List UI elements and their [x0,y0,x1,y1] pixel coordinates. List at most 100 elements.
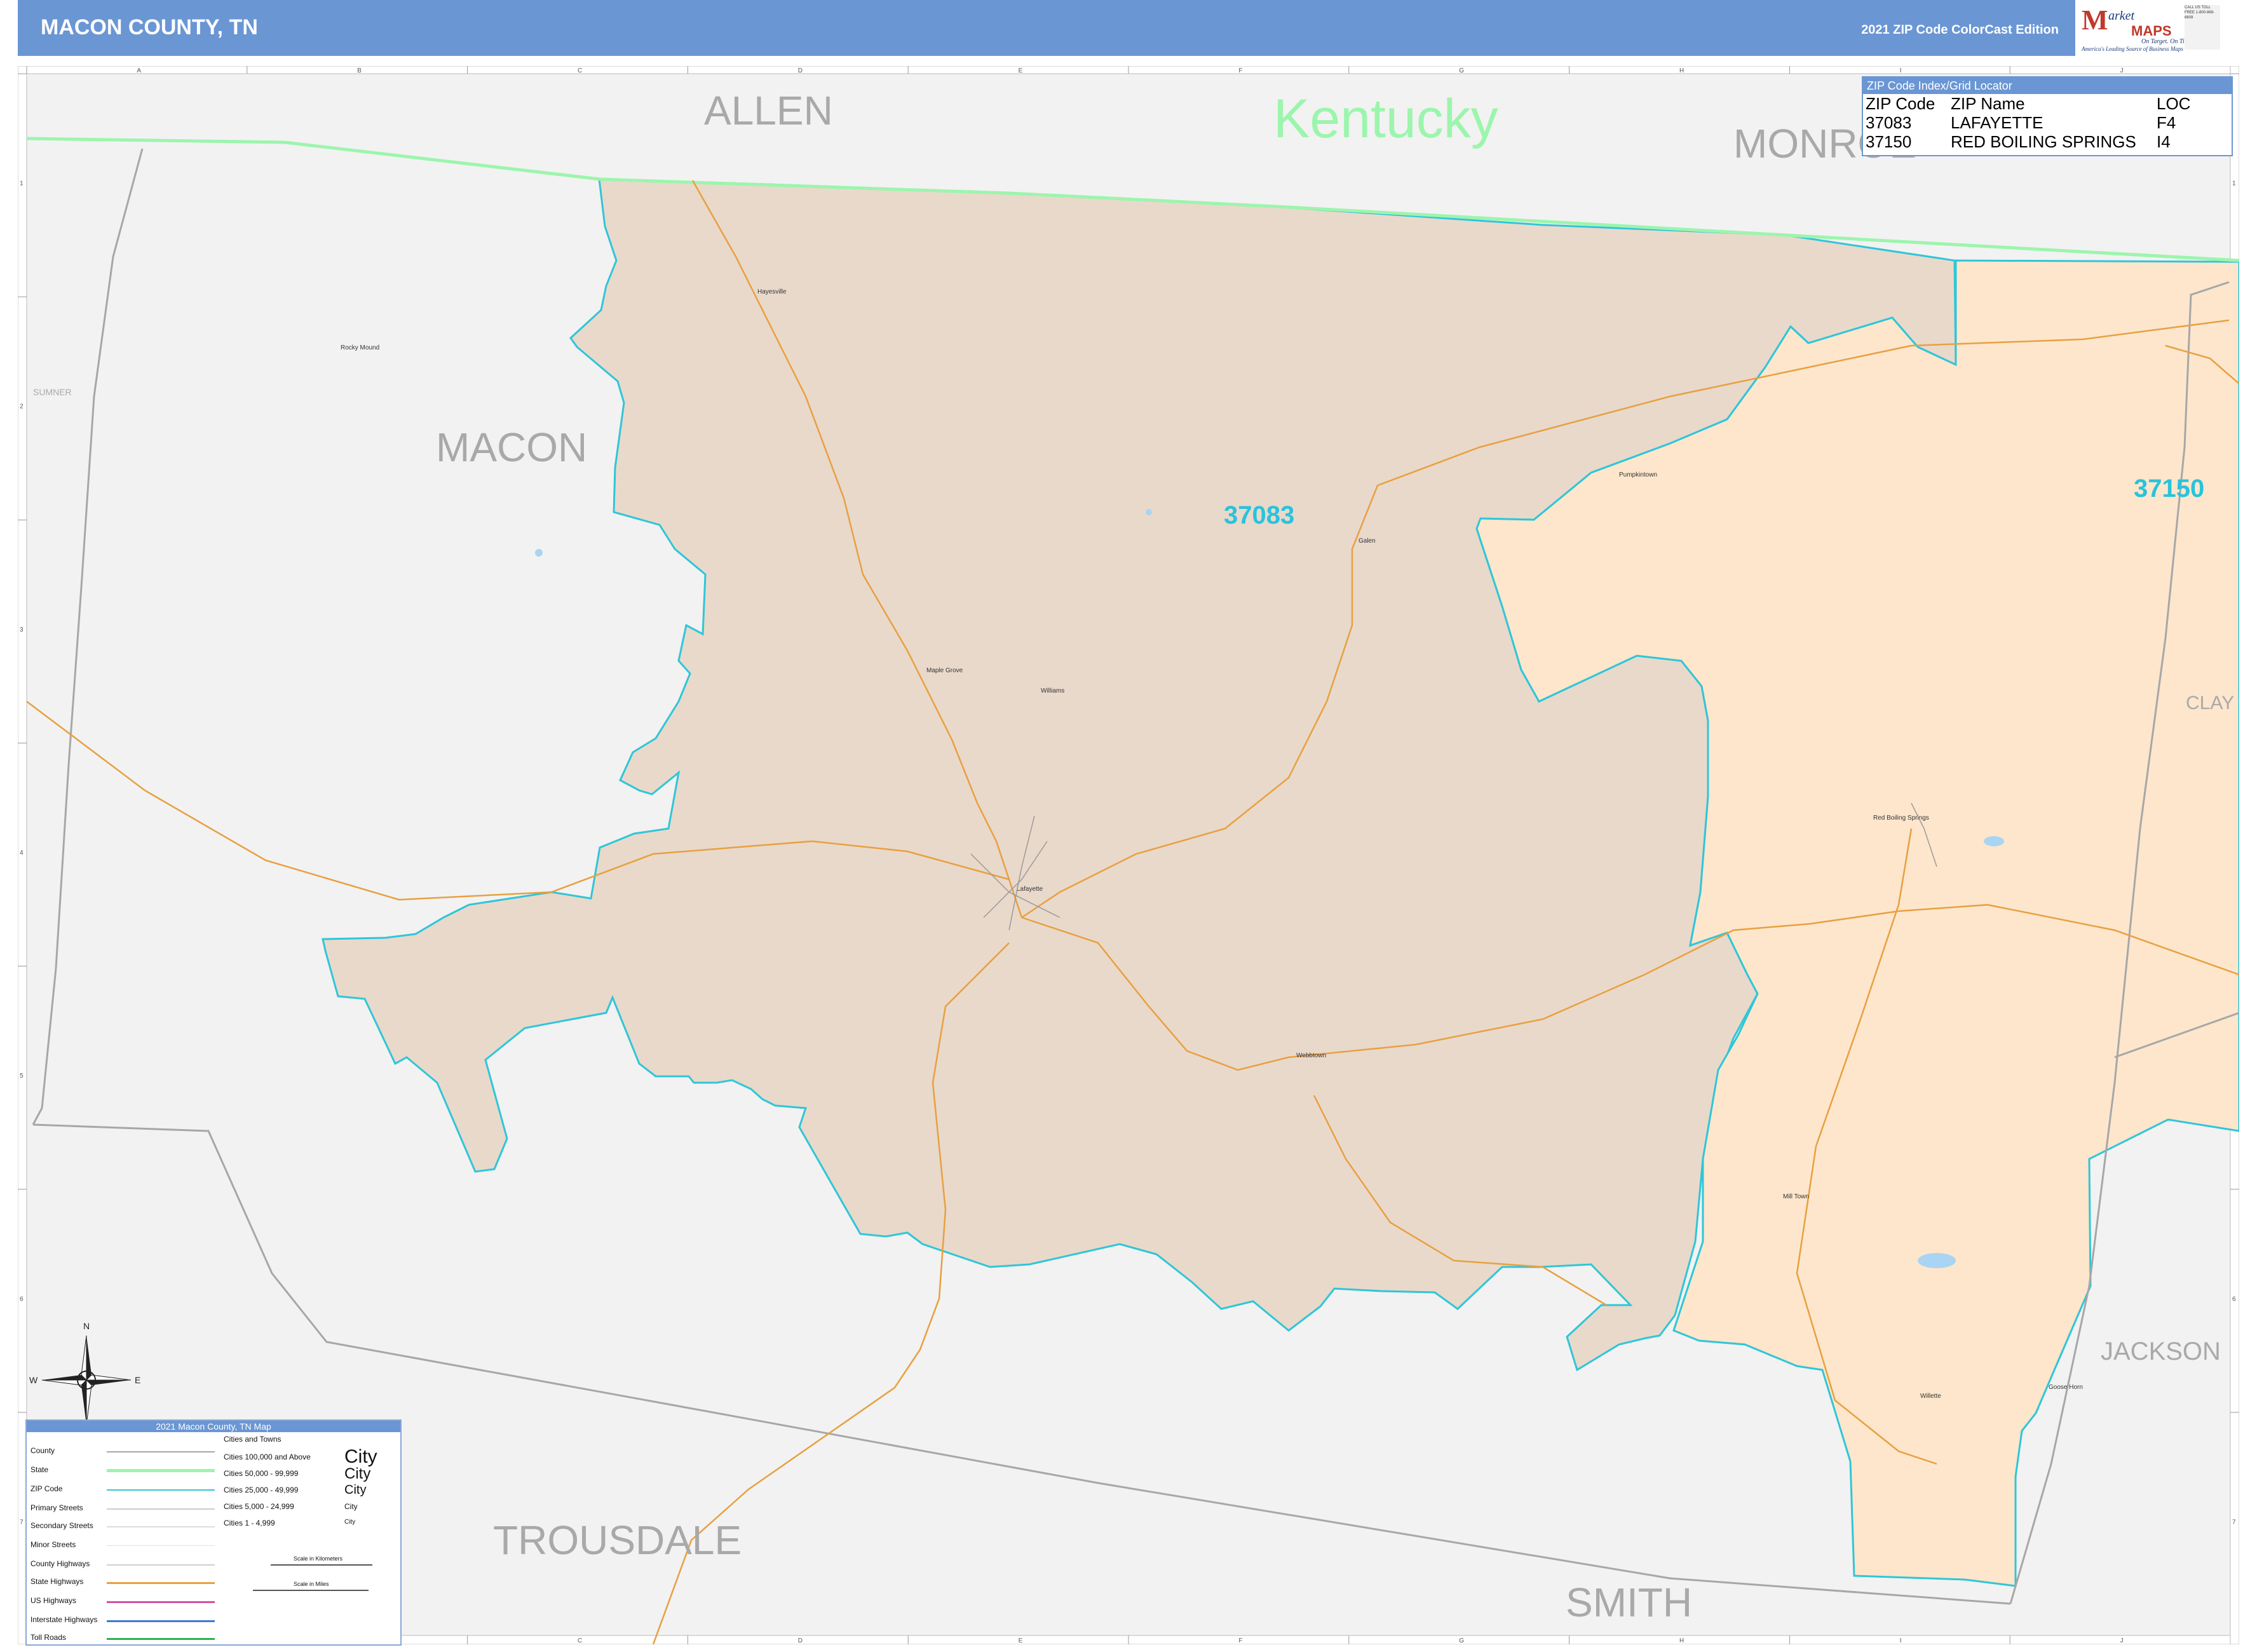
place-williams: Williams [1041,687,1064,694]
compass-n: N [83,1321,90,1331]
place-willette: Willette [1920,1393,1941,1400]
legend-interstate-line [107,1620,215,1622]
label-clay: CLAY [2186,693,2234,714]
grid-col-label: J [2120,67,2124,74]
grid-col-label: E [1019,1637,1023,1644]
grid-col-label: I [1900,67,1902,74]
legend-interstate: Interstate Highways [30,1615,98,1624]
grid-col-label: H [1679,1637,1684,1644]
logo-line1: arket [2108,9,2135,23]
legend-city-sample-2: City [344,1465,371,1482]
grid-row-label: 6 [20,1296,24,1303]
grid-col-label: G [1459,1637,1464,1644]
zip-index-title: ZIP Code Index/Grid Locator [1863,78,2232,94]
edition-label: 2021 ZIP Code ColorCast Edition [1861,23,2059,37]
grid-col-label: I [1900,1637,1902,1644]
legend-city-tier-4: Cities 5,000 - 24,999 [224,1502,294,1511]
place-pumpkintown: Pumpkintown [1619,471,1657,478]
grid-col-label: G [1459,67,1464,74]
legend-scale-mi-bar [253,1590,369,1591]
legend-city-tier-3: Cities 25,000 - 49,999 [224,1486,299,1494]
place-mill-town: Mill Town [1783,1193,1809,1200]
legend-state-line [107,1469,215,1472]
legend-primary: Primary Streets [30,1503,83,1512]
logo-contact: CALL US TOLL FREE 1-800-869-6609 [2185,5,2220,50]
legend-county-hwy: County Highways [30,1559,90,1568]
legend-county: County [30,1446,55,1455]
zip-index-cell: LAFAYETTE [1951,113,2043,132]
map-legend: 2021 Macon County, TN Map County State Z… [25,1419,402,1646]
zip-index-cell: RED BOILING SPRINGS [1951,132,2136,151]
logo-subtitle: America's Leading Source of Business Map… [2082,46,2183,52]
label-trousdale: TROUSDALE [493,1517,742,1563]
zip-index-table: ZIP Code ZIP Name LOC 37083 LAFAYETTE F4… [1863,94,2232,151]
legend-county-line [107,1451,215,1452]
legend-city-sample-3: City [344,1483,367,1497]
grid-row-label: 5 [20,1073,24,1080]
legend-toll: Toll Roads [30,1633,67,1642]
legend-state-hwy: State Highways [30,1577,84,1586]
label-sumner: SUMNER [33,387,72,397]
legend-minor-line [107,1545,215,1546]
legend-us-hwy: US Highways [30,1596,77,1605]
legend-scale-km-bar [271,1564,372,1566]
place-red-boiling-springs: Red Boiling Springs [1873,815,1929,822]
legend-primary-line [107,1508,215,1510]
place-maple-grove: Maple Grove [926,667,963,674]
grid-col-label: H [1679,67,1684,74]
legend-cities-header: Cities and Towns [224,1435,281,1444]
legend-scale-km: Scale in Kilometers [294,1555,343,1562]
header-bar: MACON COUNTY, TN 2021 ZIP Code ColorCast… [18,0,2089,56]
legend-title: 2021 Macon County, TN Map [27,1421,400,1432]
legend-city-tier-5: Cities 1 - 4,999 [224,1519,275,1527]
zip-index-cell: F4 [2157,113,2176,132]
zip-code-index: ZIP Code Index/Grid Locator ZIP Code ZIP… [1862,76,2233,156]
place-galen: Galen [1359,538,1376,545]
grid-row-label: 4 [20,850,24,856]
legend-secondary-line [107,1526,215,1527]
label-jackson: JACKSON [2101,1337,2221,1365]
legend-state-hwy-line [107,1582,215,1584]
grid-col-label: C [578,67,582,74]
zip-index-row: 37150 RED BOILING SPRINGS I4 [1863,132,2232,151]
place-lafayette: Lafayette [1017,886,1043,893]
label-allen: ALLEN [704,88,833,133]
grid-col-label: E [1019,67,1023,74]
zip-label-37083: 37083 [1224,501,1294,529]
legend-scale-mi: Scale in Miles [294,1581,329,1587]
grid-row-label: 6 [2232,1296,2236,1303]
map-title: MACON COUNTY, TN [41,15,258,39]
grid-row-label: 1 [20,180,24,187]
market-maps-logo: M arket MAPS On Target. On Time. America… [2075,0,2221,56]
zip-index-cell: 37083 [1866,113,1912,132]
grid-row-label: 1 [2232,180,2236,187]
legend-secondary: Secondary Streets [30,1521,93,1530]
grid-col-label: D [798,67,803,74]
grid-row-label: 7 [2232,1519,2236,1526]
legend-toll-line [107,1638,215,1640]
place-rocky-mound: Rocky Mound [341,344,379,351]
zip-index-col-name: ZIP Name [1951,94,2025,113]
zip-label-37150: 37150 [2134,475,2204,503]
grid-col-label: B [357,67,362,74]
legend-city-sample-1: City [344,1446,377,1467]
logo-line2: MAPS [2131,23,2172,39]
zip-index-col-loc: LOC [2157,94,2191,113]
zip-index-col-zip: ZIP Code [1866,94,1935,113]
grid-col-label: C [578,1637,582,1644]
logo-initial: M [2082,4,2108,36]
grid-col-label: F [1238,1637,1242,1644]
zip-index-header-row: ZIP Code ZIP Name LOC [1863,94,2232,113]
legend-zip: ZIP Code [30,1484,63,1493]
legend-zip-line [107,1489,215,1491]
legend-county-hwy-line [107,1564,215,1566]
label-smith: SMITH [1566,1580,1692,1625]
compass-w: W [29,1375,38,1385]
grid-col-label: J [2120,1637,2124,1644]
label-kentucky: Kentucky [1273,88,1498,149]
map-canvas[interactable]: AABBCCDDEEFFGGHHIIJJ 11223344556677 ALLE… [18,66,2239,1644]
label-macon: MACON [436,424,587,470]
legend-state: State [30,1465,49,1474]
place-hayesville: Hayesville [757,288,787,295]
zip-index-cell: 37150 [1866,132,1912,151]
